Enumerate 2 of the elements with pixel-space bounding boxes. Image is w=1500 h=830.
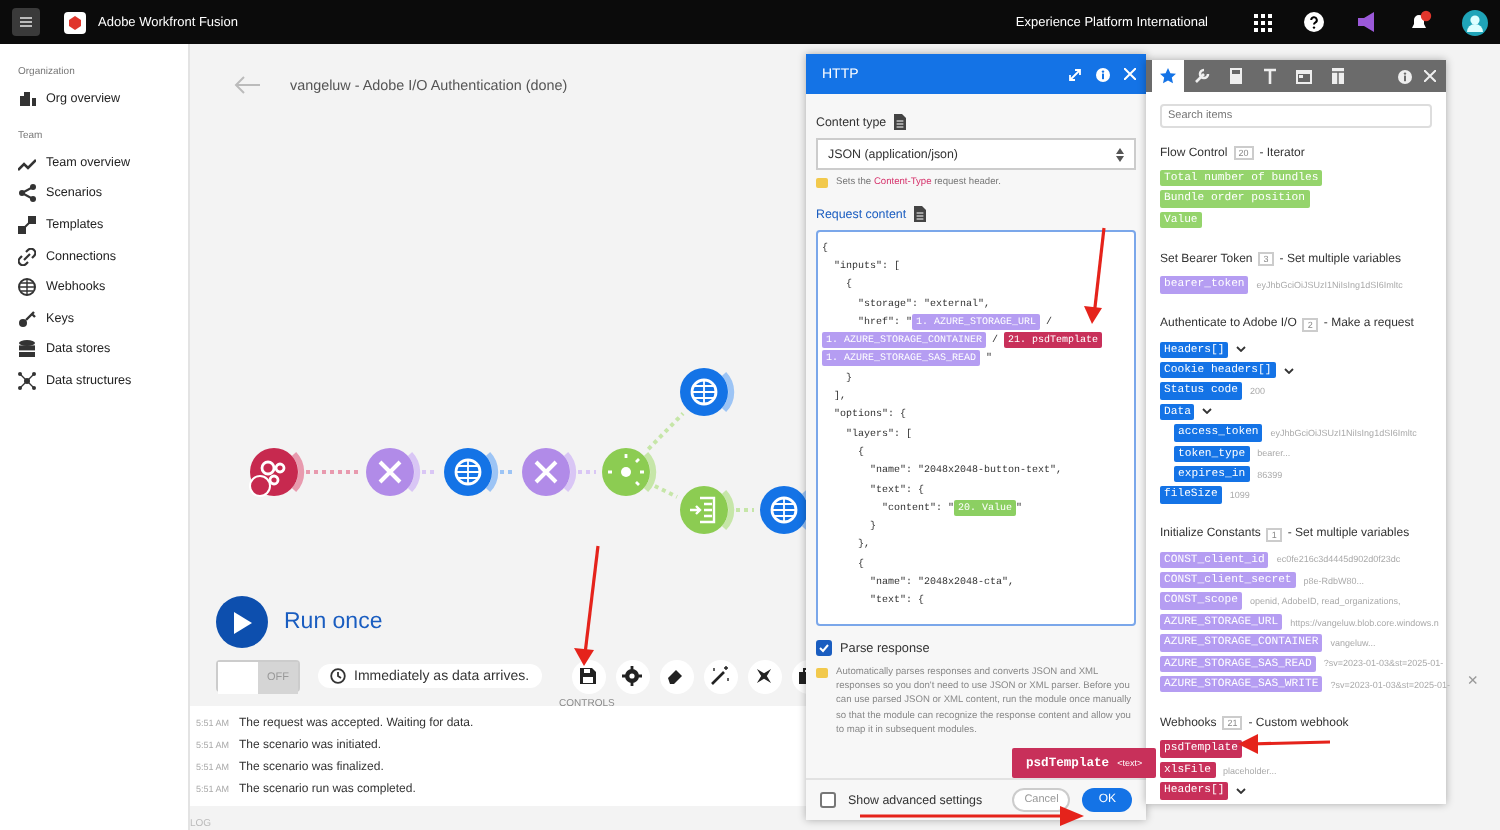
close-icon[interactable]: × [1467, 670, 1478, 690]
run-once-link[interactable]: Run once [284, 610, 383, 634]
